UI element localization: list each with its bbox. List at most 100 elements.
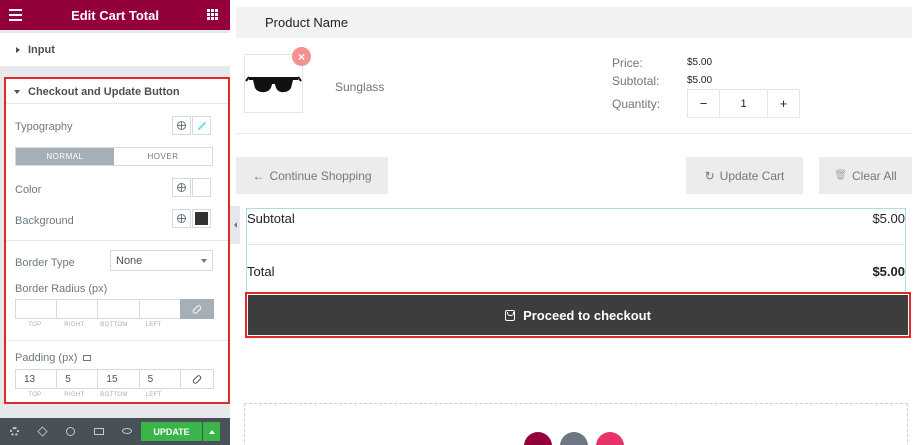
cart-preview: Product Name × Sunglass Price: $5.00 Sub…	[236, 0, 919, 445]
color-label: Color	[15, 184, 42, 196]
padding-left-input[interactable]: 5	[138, 369, 181, 389]
remove-item-icon[interactable]: ×	[292, 47, 311, 66]
trash-icon: 🗑	[834, 170, 847, 181]
background-color-picker[interactable]	[192, 209, 211, 228]
quantity-increase-button[interactable]: +	[768, 90, 799, 117]
settings-gear-icon[interactable]	[10, 427, 19, 436]
divider	[6, 240, 228, 241]
totals-subtotal-label: Subtotal	[247, 211, 295, 226]
panel-footer: UPDATE	[0, 418, 230, 445]
side-label: LEFT	[145, 392, 162, 398]
total-row: Total $5.00	[247, 264, 905, 279]
color-picker[interactable]	[192, 178, 211, 197]
sunglasses-image	[245, 76, 302, 93]
side-label: BOTTOM	[100, 392, 128, 398]
side-label: RIGHT	[64, 392, 85, 398]
cart-item-row: × Sunglass Price: $5.00 Subtotal: $5.00 …	[236, 38, 912, 134]
section-checkout-header[interactable]: Checkout and Update Button	[14, 83, 180, 101]
border-radius-left-input[interactable]	[138, 299, 181, 319]
clear-all-button[interactable]: 🗑 Clear All	[819, 157, 912, 194]
clear-all-label: Clear All	[852, 168, 897, 183]
totals-total-label: Total	[247, 264, 275, 279]
caret-down-icon	[14, 90, 20, 94]
side-label-empty	[173, 322, 213, 328]
section-checkout-label: Checkout and Update Button	[28, 86, 180, 98]
border-radius-side-labels: TOP RIGHT BOTTOM LEFT	[15, 322, 213, 328]
product-name-header: Product Name	[265, 15, 349, 30]
history-icon[interactable]	[66, 427, 75, 436]
side-label: LEFT	[145, 322, 162, 328]
globe-icon	[177, 183, 186, 192]
caret-right-icon	[16, 46, 20, 53]
subtotal-row: Subtotal $5.00	[247, 211, 905, 226]
price-value: $5.00	[687, 57, 713, 68]
border-type-value: None	[116, 254, 143, 267]
quantity-stepper: − 1 +	[687, 89, 800, 118]
link-icon	[191, 303, 203, 315]
section-input-label: Input	[28, 43, 55, 56]
checkout-highlight: Proceed to checkout	[245, 292, 911, 338]
divider	[6, 340, 228, 341]
padding-right-input[interactable]: 5	[56, 369, 99, 389]
padding-label-text: Padding (px)	[15, 352, 78, 364]
section-checkout-update-button: Checkout and Update Button Typography NO…	[4, 77, 230, 404]
side-label: TOP	[28, 392, 42, 398]
refresh-icon: ↻	[704, 168, 715, 183]
widgets-grid-icon[interactable]	[207, 9, 218, 20]
link-icon	[191, 373, 203, 385]
proceed-to-checkout-button[interactable]: Proceed to checkout	[248, 295, 908, 335]
subtotal-label: Subtotal:	[612, 74, 660, 88]
quantity-decrease-button[interactable]: −	[688, 90, 719, 117]
border-radius-inputs	[15, 299, 215, 319]
border-radius-right-input[interactable]	[56, 299, 99, 319]
navigator-layers-icon[interactable]	[37, 426, 48, 437]
typography-edit-button[interactable]	[192, 116, 211, 135]
responsive-mode-icon[interactable]	[94, 428, 104, 435]
border-radius-top-input[interactable]	[15, 299, 58, 319]
continue-shopping-label: Continue Shopping	[269, 168, 372, 183]
side-label: RIGHT	[64, 322, 85, 328]
price-label: Price:	[612, 56, 643, 70]
tab-normal[interactable]: NORMAL	[16, 148, 114, 165]
panel-collapse-handle[interactable]	[230, 206, 240, 244]
editor-panel: Edit Cart Total Input Checkout and Updat…	[0, 0, 230, 445]
desktop-icon[interactable]	[83, 355, 92, 362]
background-label: Background	[15, 215, 74, 227]
panel-header: Edit Cart Total	[0, 0, 230, 30]
divider	[247, 244, 905, 245]
typography-global-button[interactable]	[172, 116, 191, 135]
hamburger-menu-icon[interactable]	[9, 9, 22, 21]
padding-inputs: 13 5 15 5	[15, 369, 215, 389]
update-cart-button[interactable]: ↻ Update Cart	[686, 157, 803, 194]
quantity-input[interactable]: 1	[719, 90, 768, 117]
padding-side-labels: TOP RIGHT BOTTOM LEFT	[15, 392, 213, 398]
product-name[interactable]: Sunglass	[335, 80, 384, 94]
tab-hover[interactable]: HOVER	[114, 148, 212, 165]
border-type-label: Border Type	[15, 257, 75, 269]
border-radius-label: Border Radius (px)	[15, 283, 108, 295]
globe-icon	[177, 121, 186, 130]
update-button[interactable]: UPDATE	[141, 422, 202, 441]
shopping-bag-icon	[505, 309, 516, 321]
padding-bottom-input[interactable]: 15	[97, 369, 140, 389]
border-type-select[interactable]: None	[110, 250, 213, 271]
chevron-down-icon	[201, 259, 207, 263]
color-global-button[interactable]	[172, 178, 191, 197]
update-cart-label: Update Cart	[719, 168, 785, 183]
chevron-left-icon	[233, 222, 237, 228]
product-table-header: Product Name	[236, 7, 912, 38]
background-global-button[interactable]	[172, 209, 191, 228]
padding-top-input[interactable]: 13	[15, 369, 58, 389]
subtotal-value: $5.00	[687, 75, 713, 86]
border-radius-link-button[interactable]	[179, 299, 215, 319]
panel-title: Edit Cart Total	[71, 7, 159, 23]
side-label: BOTTOM	[100, 322, 128, 328]
update-options-button[interactable]	[203, 422, 220, 441]
preview-eye-icon[interactable]	[122, 428, 132, 434]
padding-label: Padding (px)	[15, 352, 92, 364]
cart-totals: Subtotal $5.00 Total $5.00	[246, 208, 906, 294]
border-radius-bottom-input[interactable]	[97, 299, 140, 319]
padding-link-button[interactable]	[179, 369, 215, 389]
section-input[interactable]: Input	[0, 33, 230, 66]
continue-shopping-button[interactable]: ← Continue Shopping	[236, 157, 388, 194]
